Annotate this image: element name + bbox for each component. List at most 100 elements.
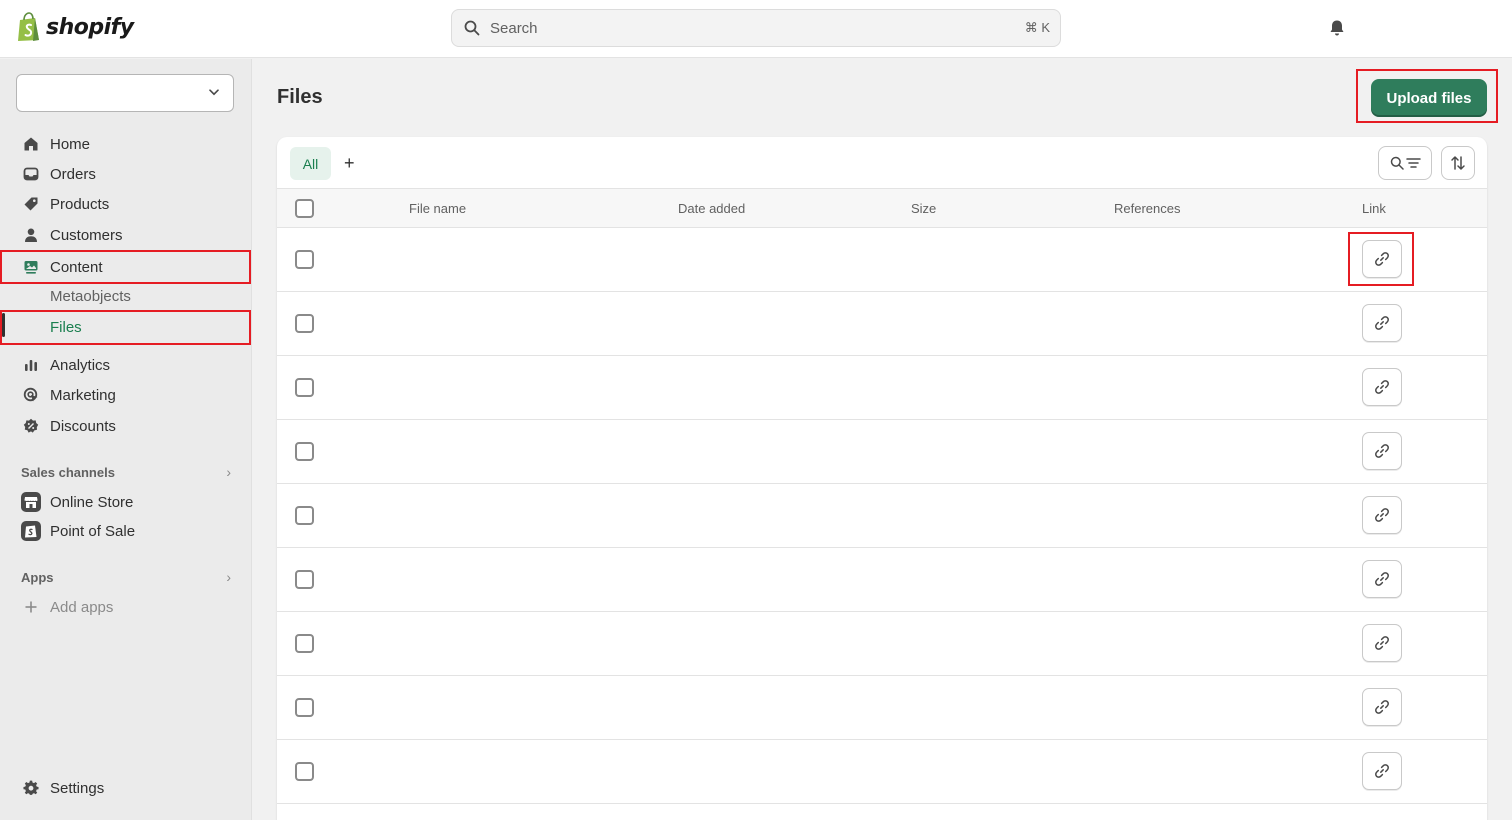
column-header-link: Link	[1362, 201, 1386, 216]
sidebar-item-customers[interactable]: Customers	[0, 220, 251, 250]
copy-link-button[interactable]	[1362, 240, 1402, 278]
orders-icon	[22, 165, 40, 183]
table-row[interactable]	[277, 548, 1487, 612]
marketing-icon	[22, 386, 40, 404]
sidebar-item-orders[interactable]: Orders	[0, 159, 251, 189]
shopify-logo[interactable]: shopify	[16, 12, 134, 42]
row-checkbox[interactable]	[295, 250, 314, 269]
sidebar-item-discounts[interactable]: Discounts	[0, 411, 251, 441]
global-search[interactable]: ⌘ K	[451, 9, 1061, 47]
sidebar: Home Orders Products Customers Content M…	[0, 59, 252, 820]
active-indicator	[2, 313, 5, 337]
table-row[interactable]	[277, 420, 1487, 484]
link-icon	[1374, 699, 1390, 715]
shopify-bag-icon	[18, 12, 39, 41]
search-icon	[464, 20, 480, 36]
tag-icon	[22, 195, 40, 213]
table-row[interactable]	[277, 484, 1487, 548]
notifications-bell-icon[interactable]	[1327, 18, 1347, 38]
filter-lines-icon	[1405, 158, 1421, 168]
sidebar-item-marketing[interactable]: Marketing	[0, 380, 251, 410]
sidebar-item-settings[interactable]: Settings	[0, 773, 251, 803]
top-bar: shopify ⌘ K	[0, 0, 1512, 58]
logo-wordmark: shopify	[46, 14, 134, 40]
sales-channels-title: Sales channels	[21, 464, 115, 480]
link-icon	[1374, 251, 1390, 267]
copy-link-button[interactable]	[1362, 688, 1402, 726]
sidebar-item-label: Products	[50, 195, 110, 213]
upload-files-button[interactable]: Upload files	[1371, 79, 1487, 117]
search-icon	[1390, 156, 1404, 170]
link-icon	[1374, 507, 1390, 523]
add-apps-label: Add apps	[50, 598, 114, 616]
sidebar-item-products[interactable]: Products	[0, 189, 251, 219]
chevron-right-icon: ›	[226, 569, 231, 585]
files-table-card: All + File name Date added Size Referenc…	[277, 137, 1487, 820]
link-icon	[1374, 443, 1390, 459]
link-icon	[1374, 635, 1390, 651]
search-filter-button[interactable]	[1378, 146, 1432, 180]
link-icon	[1374, 571, 1390, 587]
copy-link-button[interactable]	[1362, 496, 1402, 534]
content-icon	[22, 258, 40, 276]
row-checkbox[interactable]	[295, 378, 314, 397]
row-checkbox[interactable]	[295, 698, 314, 717]
sort-button[interactable]	[1441, 146, 1475, 180]
sales-channels-header[interactable]: Sales channels ›	[21, 464, 231, 480]
table-row[interactable]	[277, 228, 1487, 292]
row-checkbox[interactable]	[295, 762, 314, 781]
column-header-file-name[interactable]: File name	[409, 201, 466, 216]
table-row[interactable]	[277, 292, 1487, 356]
tab-all[interactable]: All	[290, 147, 331, 180]
table-header: File name Date added Size References Lin…	[277, 188, 1487, 228]
sidebar-item-label: Discounts	[50, 417, 116, 435]
column-header-size[interactable]: Size	[911, 201, 936, 216]
link-icon	[1374, 315, 1390, 331]
sidebar-item-label: Content	[50, 258, 103, 276]
sidebar-item-label: Settings	[50, 779, 105, 797]
sidebar-item-label: Metaobjects	[50, 287, 131, 305]
sidebar-item-home[interactable]: Home	[0, 129, 251, 159]
sidebar-item-label: Files	[50, 319, 82, 336]
add-view-button[interactable]: +	[344, 153, 355, 173]
search-input[interactable]	[490, 19, 1025, 37]
analytics-icon	[22, 356, 40, 374]
search-shortcut-hint: ⌘ K	[1024, 20, 1050, 35]
column-header-references: References	[1114, 201, 1181, 216]
copy-link-button[interactable]	[1362, 432, 1402, 470]
sidebar-item-online-store[interactable]: Online Store	[0, 487, 251, 517]
row-checkbox[interactable]	[295, 634, 314, 653]
copy-link-button[interactable]	[1362, 368, 1402, 406]
table-row[interactable]	[277, 740, 1487, 804]
column-header-date-added[interactable]: Date added	[678, 201, 745, 216]
copy-link-button[interactable]	[1362, 560, 1402, 598]
select-all-checkbox[interactable]	[295, 199, 314, 218]
page-title: Files	[277, 86, 323, 108]
apps-header[interactable]: Apps ›	[21, 569, 231, 585]
copy-link-button[interactable]	[1362, 304, 1402, 342]
sidebar-item-label: Marketing	[50, 386, 116, 404]
row-checkbox[interactable]	[295, 570, 314, 589]
sidebar-item-label: Customers	[50, 226, 123, 244]
link-icon	[1374, 379, 1390, 395]
add-apps-button[interactable]: Add apps	[0, 592, 251, 622]
person-icon	[22, 226, 40, 244]
sidebar-item-label: Analytics	[50, 356, 111, 374]
sidebar-item-content[interactable]: Content	[0, 250, 251, 284]
copy-link-button[interactable]	[1362, 752, 1402, 790]
copy-link-button[interactable]	[1362, 624, 1402, 662]
sidebar-item-label: Home	[50, 135, 91, 153]
sidebar-item-point-of-sale[interactable]: Point of Sale	[0, 516, 251, 546]
sidebar-item-label: Point of Sale	[50, 522, 136, 540]
row-checkbox[interactable]	[295, 506, 314, 525]
row-checkbox[interactable]	[295, 314, 314, 333]
sidebar-subitem-metaobjects[interactable]: Metaobjects	[0, 281, 251, 311]
home-icon	[22, 135, 40, 153]
sidebar-item-analytics[interactable]: Analytics	[0, 350, 251, 380]
row-checkbox[interactable]	[295, 442, 314, 461]
table-row[interactable]	[277, 612, 1487, 676]
sidebar-subitem-files[interactable]: Files	[0, 310, 251, 345]
table-row[interactable]	[277, 356, 1487, 420]
table-row[interactable]	[277, 676, 1487, 740]
store-selector[interactable]	[16, 74, 234, 112]
